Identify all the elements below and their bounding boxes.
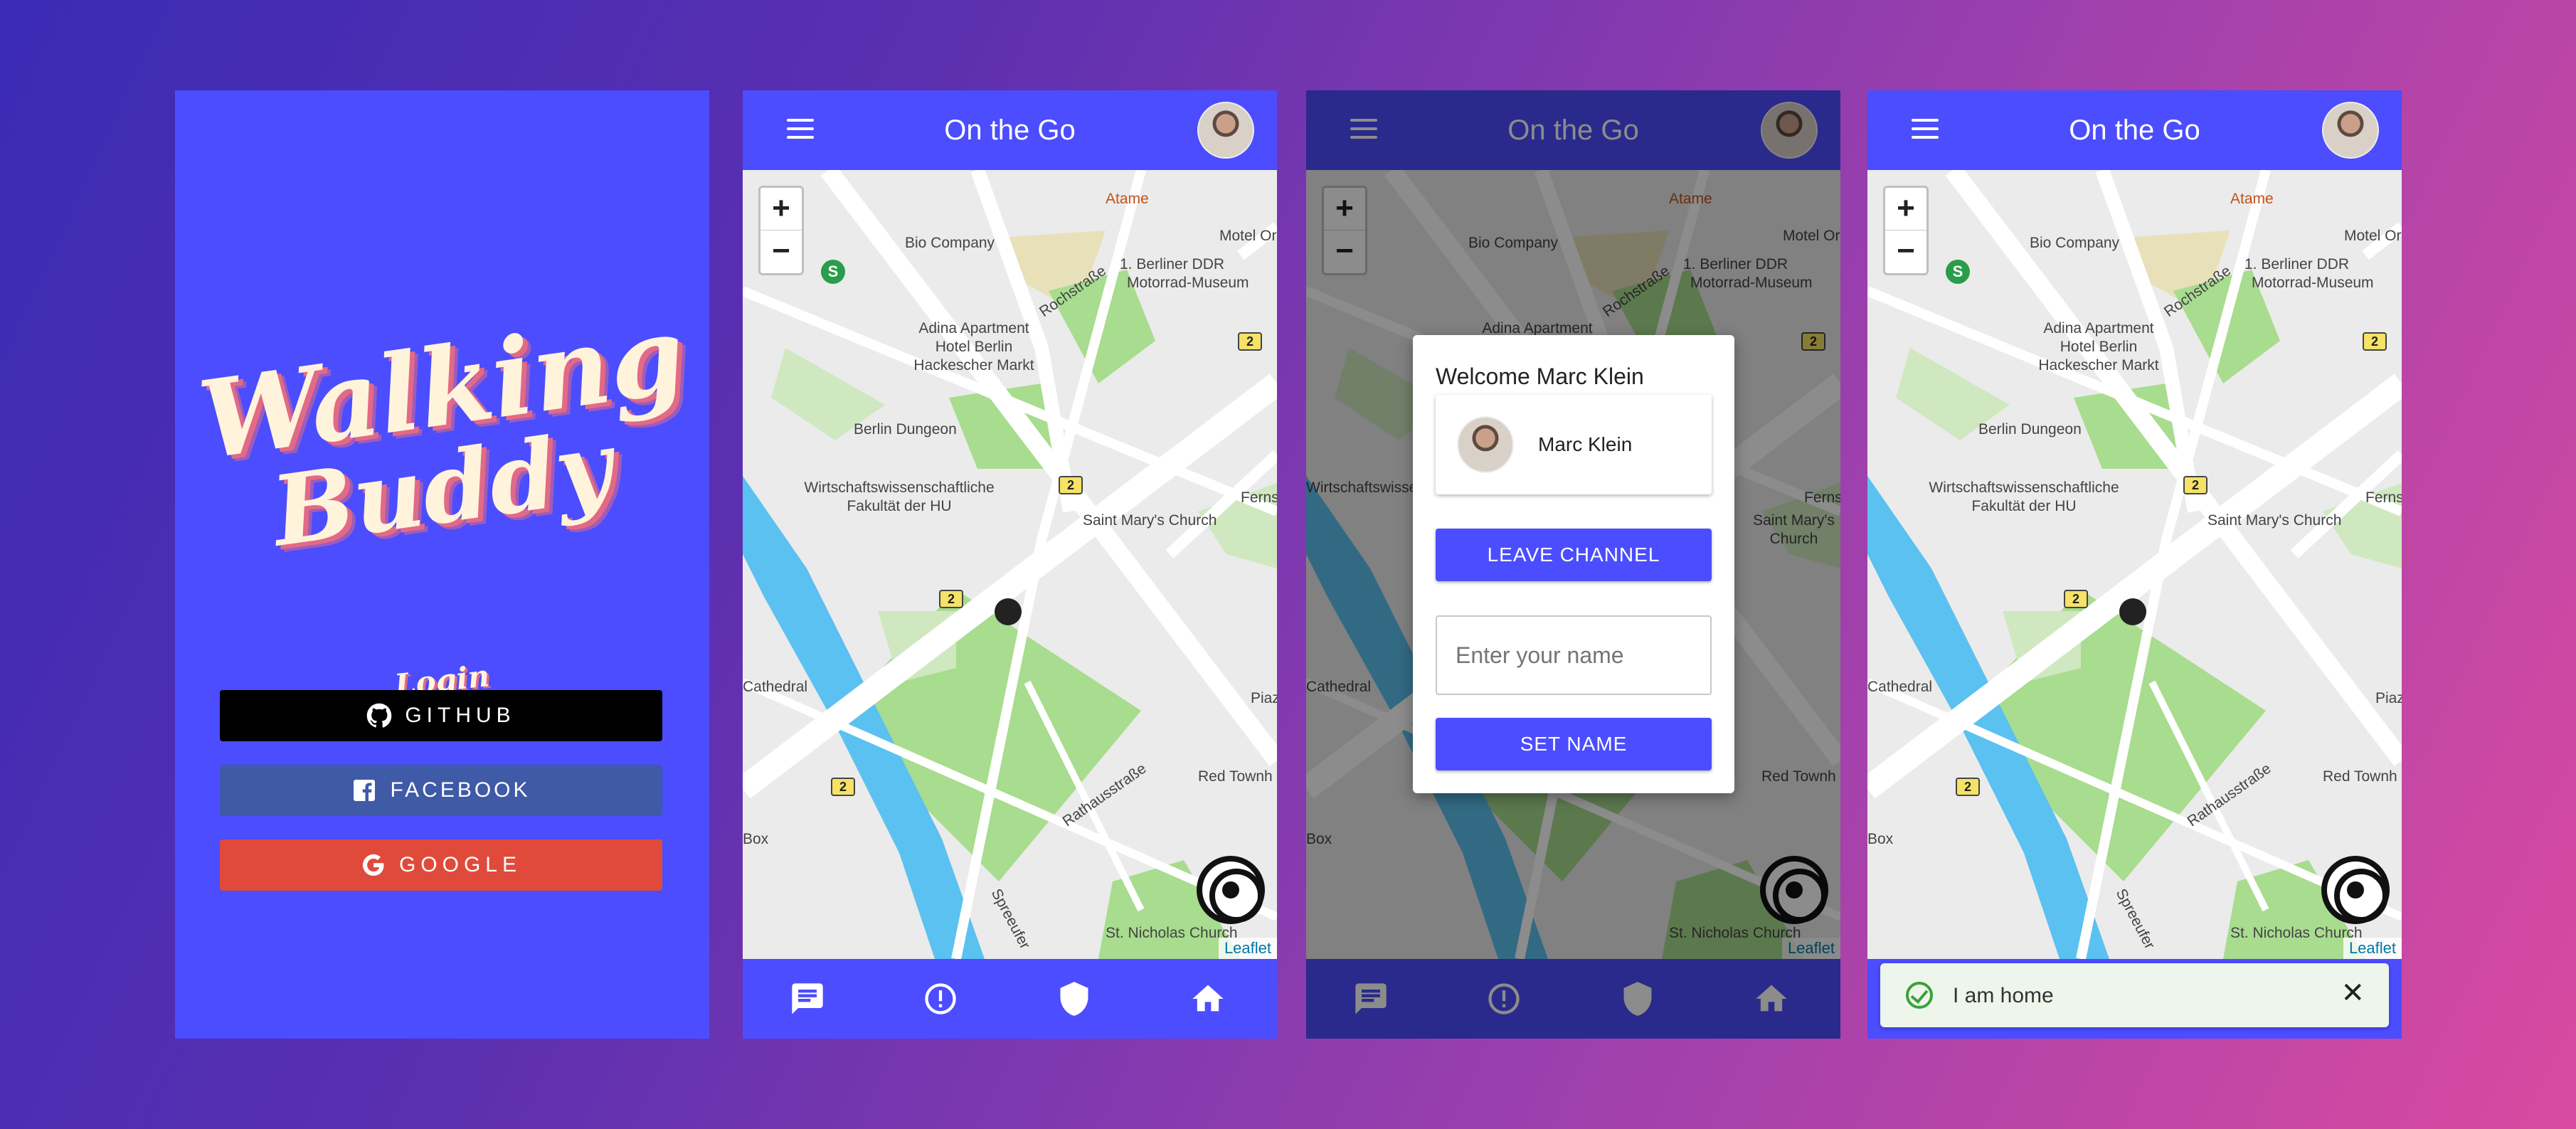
google-login-button[interactable]: GOOGLE <box>220 839 662 891</box>
map-label-ddr-museum-1: 1. Berliner DDR <box>1120 256 1225 272</box>
facebook-login-button[interactable]: FACEBOOK <box>220 765 662 816</box>
map-label-motel: Motel Or <box>2344 228 2402 244</box>
github-label: GITHUB <box>405 704 516 727</box>
map-label-hu-2: Fakultät der HU <box>847 498 952 514</box>
map-label-atame: Atame <box>1106 191 1149 207</box>
google-label: GOOGLE <box>398 853 522 876</box>
map-label-church: Saint Mary's Church <box>2207 512 2342 529</box>
route-badge: 2 <box>939 590 963 608</box>
user-avatar[interactable] <box>2322 102 2379 159</box>
map-label-hu-2: Fakultät der HU <box>1971 498 2077 514</box>
user-card: Marc Klein <box>1436 395 1712 494</box>
map-label-box: Box <box>743 831 769 847</box>
dialog-screen: On the Go Atame Bio Company Motel Or 1. … <box>1306 90 1840 1039</box>
google-icon <box>362 854 384 876</box>
user-avatar <box>1457 416 1514 473</box>
person-marker-icon[interactable] <box>2119 598 2146 625</box>
map-label-church: Saint Mary's Church <box>1083 512 1217 529</box>
s-bahn-icon: S <box>821 260 845 284</box>
welcome-dialog: Welcome Marc Klein Marc Klein LEAVE CHAN… <box>1413 335 1734 793</box>
leave-channel-button[interactable]: LEAVE CHANNEL <box>1436 529 1712 581</box>
bottom-nav <box>743 959 1277 1039</box>
alert-icon[interactable] <box>922 980 959 1017</box>
success-toast: I am home ✕ <box>1880 963 2389 1027</box>
route-badge: 2 <box>2064 590 2088 608</box>
toast-screen: On the Go Atame Bio Company Motel Or 1. … <box>1867 90 2402 1039</box>
map-view[interactable]: Atame Bio Company Motel Or 1. Berliner D… <box>743 170 1277 959</box>
map-label-hu-1: Wirtschaftswissenschaftliche <box>804 479 995 496</box>
zoom-out-button[interactable]: − <box>1885 230 1926 273</box>
zoom-out-button[interactable]: − <box>760 230 802 273</box>
map-label-adina-3: Hackescher Markt <box>2038 357 2159 373</box>
map-label-hu-1: Wirtschaftswissenschaftliche <box>1929 479 2119 496</box>
close-icon[interactable]: ✕ <box>2341 979 2365 1007</box>
map-label-adina-2: Hotel Berlin <box>935 339 1013 355</box>
locate-icon[interactable] <box>2321 856 2390 924</box>
route-badge: 2 <box>1956 778 1980 796</box>
map-label-motel: Motel Or <box>1219 228 1277 244</box>
leaflet-attribution[interactable]: Leaflet <box>1218 938 1277 959</box>
zoom-control: + − <box>1883 186 1929 275</box>
home-icon[interactable] <box>1189 980 1226 1017</box>
user-name: Marc Klein <box>1538 433 1633 455</box>
map-label-piaz: Piaz <box>2375 690 2402 706</box>
map-label-nicholas: St. Nicholas Church <box>1106 925 1238 941</box>
map-label-piaz: Piaz <box>1251 690 1277 706</box>
route-badge: 2 <box>831 778 855 796</box>
map-label-nicholas: St. Nicholas Church <box>2230 925 2363 941</box>
map-label-adina-2: Hotel Berlin <box>2060 339 2138 355</box>
map-label-ddr-museum-2: Motorrad-Museum <box>1127 275 1249 291</box>
map-label-dungeon: Berlin Dungeon <box>1978 421 2082 438</box>
route-badge: 2 <box>2183 476 2207 494</box>
map-label-dungeon: Berlin Dungeon <box>854 421 957 438</box>
zoom-control: + − <box>758 186 804 275</box>
map-label-bio-company: Bio Company <box>2030 235 2120 251</box>
github-icon <box>367 703 392 728</box>
route-badge: 2 <box>2363 332 2387 351</box>
toast-message: I am home <box>1953 984 2054 1007</box>
map-label-red-town: Red Townh <box>2323 768 2397 785</box>
map-screen: On the Go Atame Bio Company Motel Or 1. … <box>743 90 1277 1039</box>
login-screen: Walking Buddy Login GITHUB FACEBOOK GOOG… <box>175 90 709 1039</box>
app-bar: On the Go <box>1867 90 2402 170</box>
s-bahn-icon: S <box>1946 260 1970 284</box>
chat-icon[interactable] <box>789 980 826 1017</box>
map-label-bio-company: Bio Company <box>905 235 995 251</box>
user-avatar[interactable] <box>1197 102 1254 159</box>
route-badge: 2 <box>1059 476 1083 494</box>
dialog-title: Welcome Marc Klein <box>1436 364 1644 389</box>
map-label-cathedral: Cathedral <box>743 679 808 695</box>
app-bar: On the Go <box>743 90 1277 170</box>
locate-icon[interactable] <box>1197 856 1265 924</box>
leaflet-attribution[interactable]: Leaflet <box>2343 938 2402 959</box>
person-marker-icon[interactable] <box>995 598 1022 625</box>
map-label-ddr-museum-1: 1. Berliner DDR <box>2244 256 2350 272</box>
shield-icon[interactable] <box>1056 980 1093 1017</box>
map-label-ddr-museum-2: Motorrad-Museum <box>2252 275 2374 291</box>
facebook-label: FACEBOOK <box>390 778 531 802</box>
map-label-box: Box <box>1867 831 1894 847</box>
map-label-cathedral: Cathedral <box>1867 679 1933 695</box>
zoom-in-button[interactable]: + <box>760 188 802 230</box>
map-label-adina-3: Hackescher Markt <box>913 357 1034 373</box>
map-label-adina-1: Adina Apartment <box>918 320 1029 336</box>
map-label-ferns: Ferns <box>1241 489 1277 506</box>
map-view[interactable]: Atame Bio Company Motel Or 1. Berliner D… <box>1867 170 2402 959</box>
map-label-ferns: Ferns <box>2365 489 2402 506</box>
zoom-in-button[interactable]: + <box>1885 188 1926 230</box>
map-label-red-town: Red Townh <box>1198 768 1273 785</box>
map-label-atame: Atame <box>2230 191 2274 207</box>
map-label-adina-1: Adina Apartment <box>2043 320 2154 336</box>
set-name-button[interactable]: SET NAME <box>1436 718 1712 770</box>
name-input[interactable] <box>1436 615 1712 695</box>
route-badge: 2 <box>1238 332 1262 351</box>
check-circle-icon <box>1906 982 1933 1009</box>
github-login-button[interactable]: GITHUB <box>220 690 662 741</box>
facebook-icon <box>354 780 376 801</box>
